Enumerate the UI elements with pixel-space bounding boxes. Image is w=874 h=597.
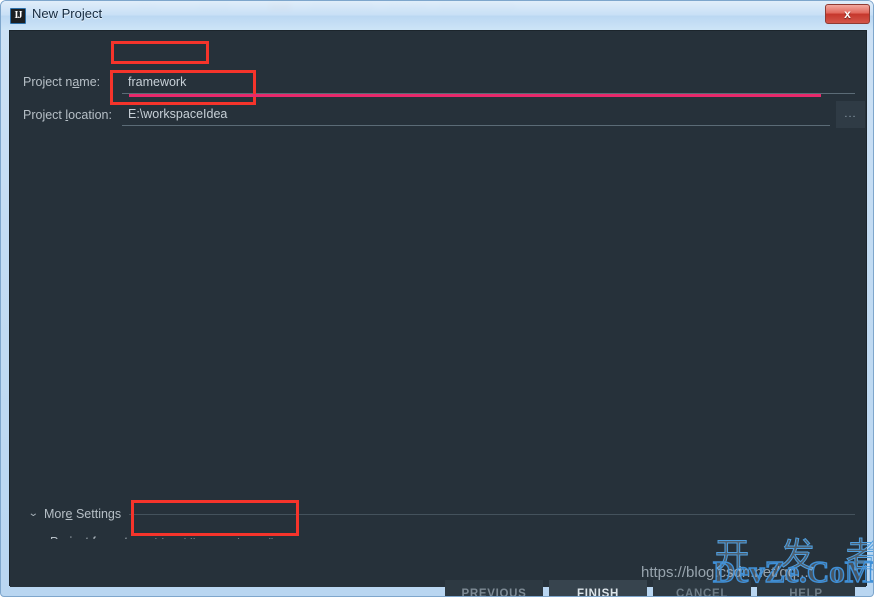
more-settings-label-post: Settings bbox=[72, 507, 122, 521]
title-bar[interactable]: IJ New Project x bbox=[1, 1, 873, 30]
previous-button-accel: P bbox=[461, 588, 470, 597]
dialog-button-bar: PREVIOUS FINISH CANCEL HELP bbox=[10, 539, 866, 596]
project-name-label-pre: Project n bbox=[23, 75, 73, 89]
finish-button[interactable]: FINISH bbox=[549, 580, 647, 597]
project-location-label: Project location: bbox=[23, 108, 112, 122]
chevron-down-icon: ⌄ bbox=[27, 508, 39, 519]
new-project-dialog-window: IJ New Project x Project name: Project l… bbox=[0, 0, 874, 597]
project-location-input[interactable] bbox=[122, 104, 830, 126]
window-title: New Project bbox=[32, 6, 103, 21]
previous-button-label: REVIOUS bbox=[469, 588, 527, 597]
more-settings-label: More Settings bbox=[44, 507, 121, 521]
dialog-content-area: Project name: Project location: ... ⌄ Mo… bbox=[10, 31, 866, 558]
intellij-idea-icon: IJ bbox=[10, 8, 26, 24]
project-location-label-post: ocation: bbox=[68, 108, 112, 122]
project-name-label-post: me: bbox=[79, 75, 101, 89]
finish-button-label: INISH bbox=[584, 588, 619, 597]
cancel-button[interactable]: CANCEL bbox=[653, 580, 751, 596]
project-name-label: Project name: bbox=[23, 75, 100, 89]
close-icon[interactable]: x bbox=[825, 4, 870, 24]
project-location-label-pre: Project bbox=[23, 108, 66, 122]
browse-folder-button[interactable]: ... bbox=[836, 101, 865, 128]
project-name-input[interactable] bbox=[122, 72, 855, 94]
finish-button-accel: F bbox=[577, 588, 585, 597]
more-settings-section-header[interactable]: ⌄ More Settings bbox=[27, 505, 855, 523]
help-button[interactable]: HELP bbox=[757, 580, 855, 596]
dialog-body: Project name: Project location: ... ⌄ Mo… bbox=[9, 30, 867, 596]
more-settings-label-pre: Mor bbox=[44, 507, 66, 521]
previous-button[interactable]: PREVIOUS bbox=[445, 580, 543, 597]
section-divider bbox=[129, 513, 855, 515]
